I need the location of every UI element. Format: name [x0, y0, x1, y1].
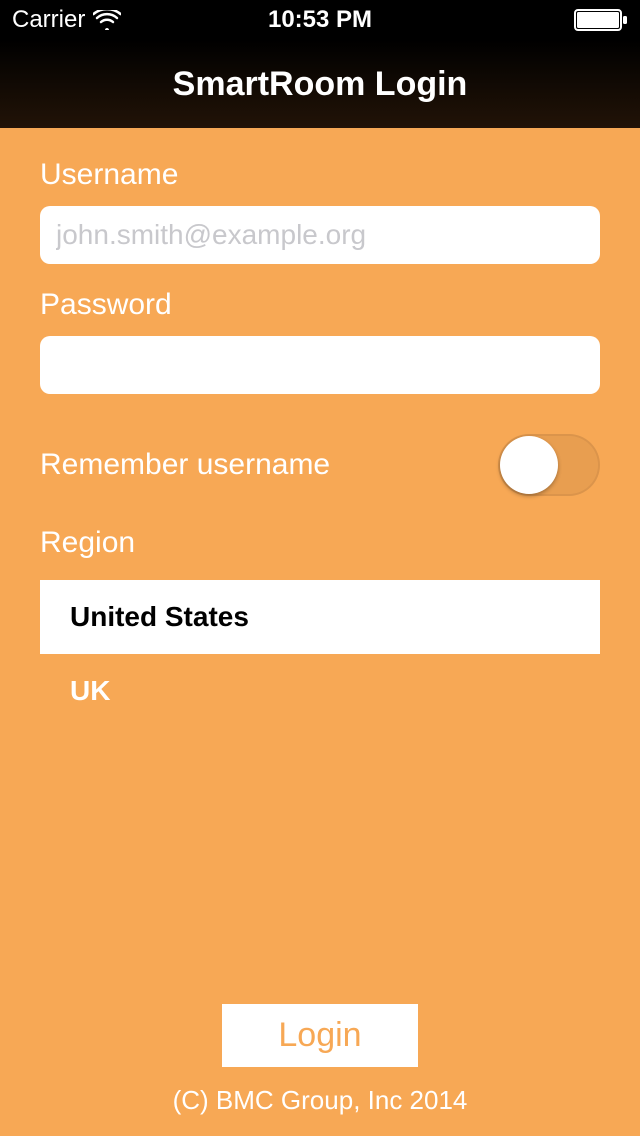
username-label: Username [40, 158, 600, 192]
battery-icon [574, 9, 628, 31]
status-time: 10:53 PM [268, 6, 372, 34]
status-right [574, 9, 628, 31]
footer: Login (C) BMC Group, Inc 2014 [0, 1004, 640, 1116]
region-item-us[interactable]: United States [40, 580, 600, 654]
region-item-label: United States [70, 601, 249, 633]
page-title: SmartRoom Login [173, 65, 468, 104]
remember-toggle[interactable] [498, 434, 600, 496]
region-item-uk[interactable]: UK [40, 654, 600, 728]
status-left: Carrier [12, 6, 121, 34]
password-input[interactable] [40, 336, 600, 394]
remember-label: Remember username [40, 448, 330, 482]
remember-row: Remember username [40, 434, 600, 496]
login-form: Username Password Remember username Regi… [0, 128, 640, 728]
switch-knob [500, 436, 558, 494]
wifi-icon [93, 10, 121, 30]
copyright-label: (C) BMC Group, Inc 2014 [173, 1085, 468, 1116]
region-item-label: UK [70, 675, 110, 707]
status-bar: Carrier 10:53 PM [0, 0, 640, 40]
nav-bar: SmartRoom Login [0, 40, 640, 128]
username-input[interactable] [40, 206, 600, 264]
password-label: Password [40, 288, 600, 322]
region-label: Region [40, 526, 600, 560]
region-list: United States UK [40, 580, 600, 728]
login-button[interactable]: Login [222, 1004, 417, 1067]
carrier-label: Carrier [12, 6, 85, 34]
